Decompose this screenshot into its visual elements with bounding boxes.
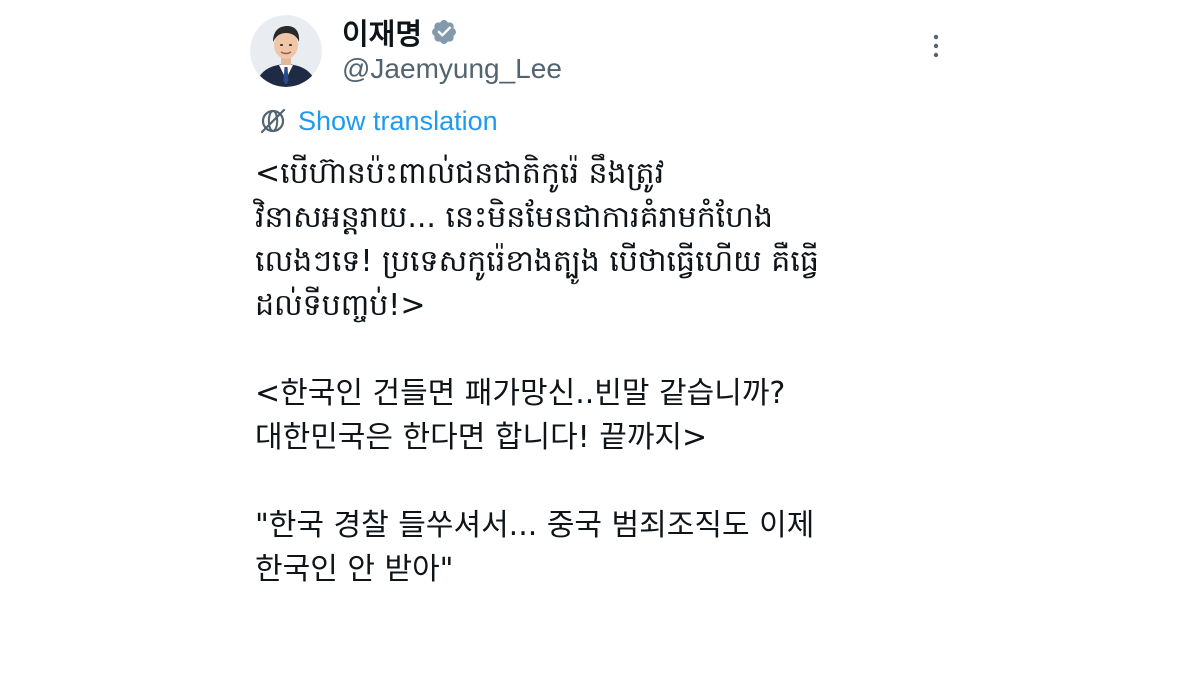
show-translation-label[interactable]: Show translation (298, 106, 498, 137)
more-options-button[interactable] (922, 28, 950, 64)
tweet-body: <បើហ៊ានប៉ះពាល់ជនជាតិកូរ៉េ នឹងត្រូវ វិនាស… (255, 152, 955, 592)
author-handle[interactable]: @Jaemyung_Lee (342, 53, 562, 85)
tweet: 이재명 @Jaemyung_Lee Show translation <បើហ៊… (0, 0, 1200, 675)
author-name-row: 이재명 (342, 12, 458, 52)
tweet-paragraph-khmer: <បើហ៊ានប៉ះពាល់ជនជាតិកូរ៉េ នឹងត្រូវ វិនាស… (255, 156, 819, 323)
display-name[interactable]: 이재명 (342, 11, 422, 53)
avatar[interactable] (250, 15, 322, 87)
tweet-paragraph-korean-1: <한국인 건들면 패가망신..빈말 같습니까? 대한민국은 한다면 합니다! 끝… (255, 376, 786, 455)
avatar-image (250, 15, 322, 87)
show-translation-button[interactable]: Show translation (258, 102, 498, 140)
more-vertical-icon (933, 34, 939, 58)
translate-globe-icon (260, 108, 286, 134)
tweet-paragraph-korean-2: "한국 경찰 들쑤셔서... 중국 범죄조직도 이제 한국인 안 받아" (255, 508, 815, 587)
verified-badge-icon (430, 18, 458, 46)
